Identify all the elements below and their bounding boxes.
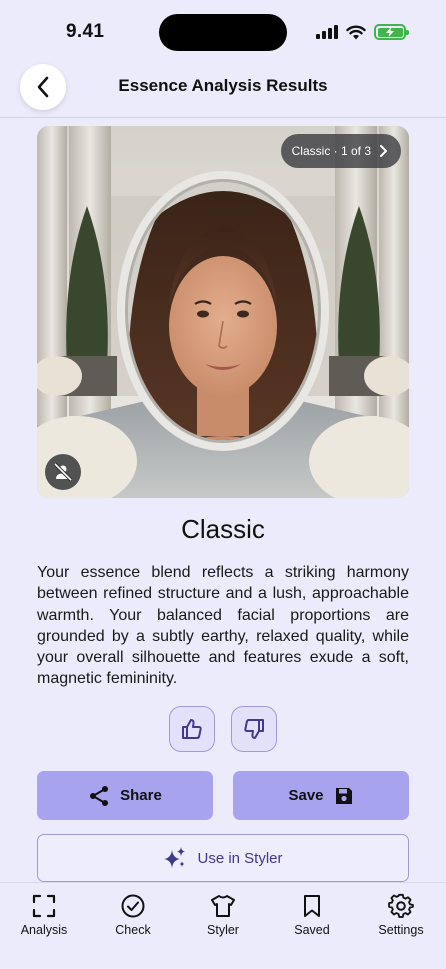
essence-image: Classic · 1 of 3 <box>37 126 409 498</box>
chevron-right-icon <box>380 145 387 157</box>
carousel-indicator[interactable]: Classic · 1 of 3 <box>280 134 401 168</box>
battery-icon <box>374 24 409 40</box>
portrait-illustration <box>37 126 409 498</box>
thumbs-up-button[interactable] <box>169 706 215 752</box>
share-icon <box>90 785 109 806</box>
save-label: Save <box>288 787 324 804</box>
hide-face-button[interactable] <box>45 454 81 490</box>
status-time: 9.41 <box>66 21 105 42</box>
thumbs-down-button[interactable] <box>231 706 277 752</box>
person-off-icon <box>53 462 73 482</box>
use-in-styler-label: Use in Styler <box>197 849 283 867</box>
tab-saved[interactable]: Saved <box>272 893 352 937</box>
tshirt-icon <box>211 895 235 917</box>
status-bar: 9.41 <box>0 0 446 60</box>
header: Essence Analysis Results <box>0 60 446 118</box>
wifi-icon <box>346 25 366 39</box>
signal-icon <box>316 25 338 39</box>
thumbs-down-icon <box>244 719 264 739</box>
bookmark-icon <box>304 895 320 917</box>
save-button[interactable]: Save <box>233 771 409 820</box>
check-circle-icon <box>121 894 145 918</box>
share-label: Share <box>120 787 162 804</box>
essence-description: Your essence blend reflects a striking h… <box>37 564 409 688</box>
tab-label: Styler <box>207 923 239 937</box>
tab-analysis[interactable]: Analysis <box>4 893 84 937</box>
dynamic-island <box>159 14 287 51</box>
tab-styler[interactable]: Styler <box>183 893 263 937</box>
share-button[interactable]: Share <box>37 771 213 820</box>
gear-icon <box>388 893 414 918</box>
tab-settings[interactable]: Settings <box>361 893 441 937</box>
status-icons <box>316 24 409 40</box>
bottom-tab-bar: Analysis Check Styler Saved Settings <box>0 882 446 969</box>
page-title: Essence Analysis Results <box>118 76 328 95</box>
feedback-group <box>169 706 277 752</box>
tab-label: Settings <box>378 923 424 937</box>
tab-check[interactable]: Check <box>93 893 173 937</box>
tab-label: Analysis <box>20 923 68 937</box>
essence-title: Classic <box>181 514 265 544</box>
floppy-disk-icon <box>335 787 352 804</box>
thumbs-up-icon <box>182 719 202 739</box>
sparkles-icon <box>164 847 186 868</box>
use-in-styler-button[interactable]: Use in Styler <box>37 834 409 882</box>
tab-label: Check <box>115 923 151 937</box>
scan-frame-icon <box>32 894 56 918</box>
carousel-label: Classic · 1 of 3 <box>291 144 371 158</box>
tab-label: Saved <box>294 923 330 937</box>
